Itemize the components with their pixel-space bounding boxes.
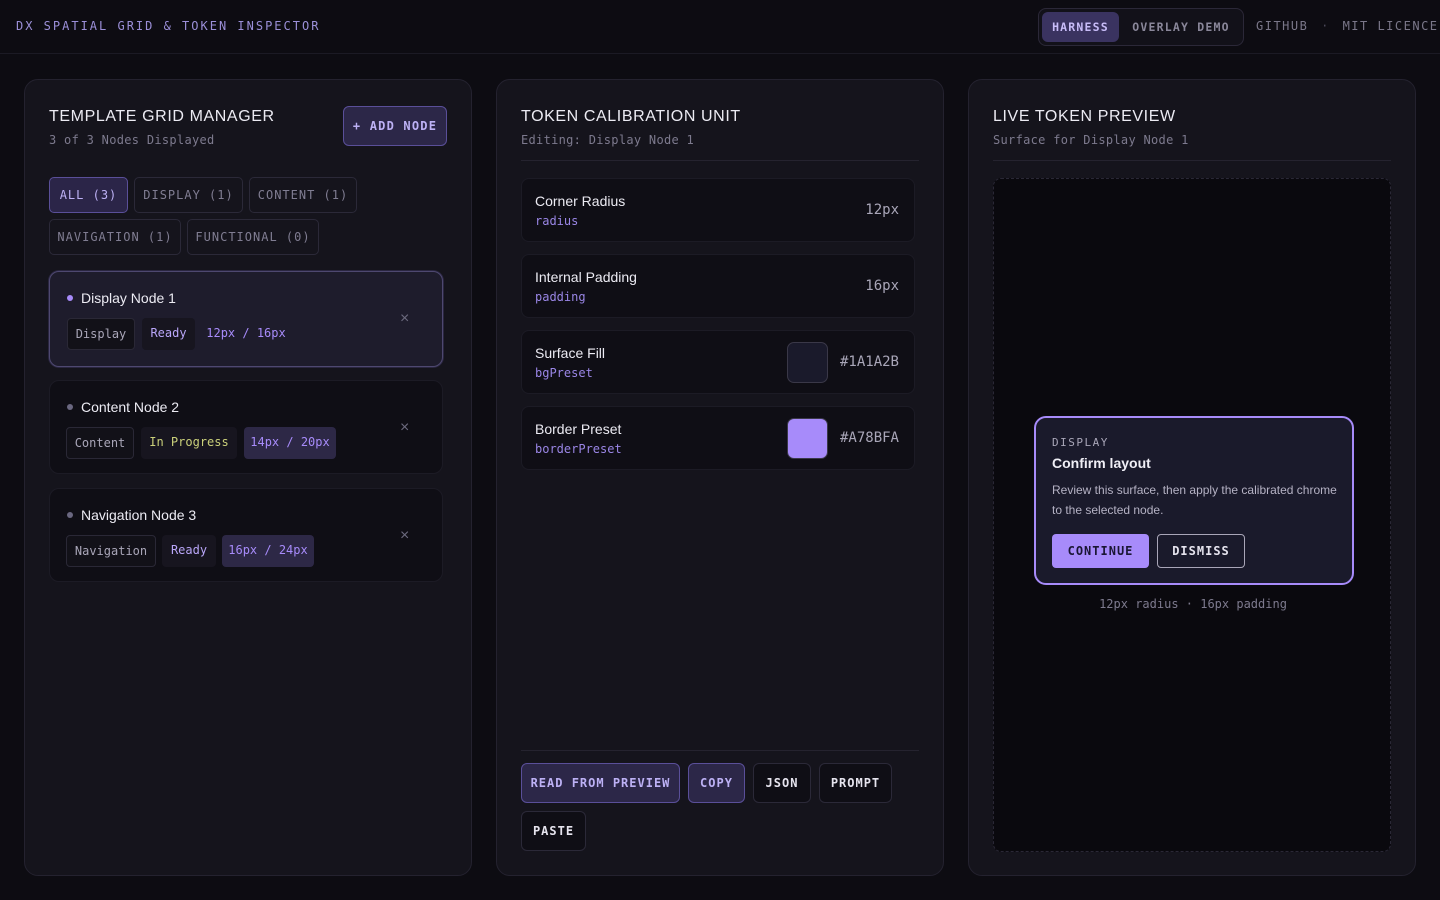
token-label: Border Preset <box>535 421 622 437</box>
node-title: Navigation Node 3 <box>81 507 197 523</box>
token-value[interactable]: #1A1A2B <box>840 354 899 370</box>
token-key: padding <box>535 290 586 304</box>
node-status-dot <box>67 295 73 301</box>
top-bar: DX SPATIAL GRID & TOKEN INSPECTOR HARNES… <box>0 0 1440 54</box>
node-status-chip: In Progress <box>141 427 237 459</box>
node-status-chip: Ready <box>162 535 216 567</box>
color-swatch[interactable] <box>787 342 828 383</box>
divider <box>521 750 919 751</box>
node-card-navigation-3[interactable]: Navigation Node 3 Navigation Ready 16px … <box>49 488 443 582</box>
copy-button[interactable]: COPY <box>688 763 745 803</box>
card-body: Review this surface, then apply the cali… <box>1052 483 1337 517</box>
remove-node-icon[interactable]: × <box>400 310 409 328</box>
node-type-chip: Content <box>66 427 134 459</box>
token-row-radius[interactable]: Corner Radius radius 12px <box>521 178 915 242</box>
panel-subtitle: Surface for Display Node 1 <box>993 133 1189 147</box>
node-status-dot <box>67 512 73 518</box>
divider <box>993 160 1391 161</box>
node-type-chip: Navigation <box>66 535 156 567</box>
filter-display[interactable]: DISPLAY (1) <box>134 177 243 213</box>
tab-harness[interactable]: HARNESS <box>1042 12 1119 42</box>
divider <box>521 160 919 161</box>
color-swatch[interactable] <box>787 418 828 459</box>
panel-title: TOKEN CALIBRATION UNIT <box>521 108 741 125</box>
preview-card: DISPLAY Confirm layout Review this surfa… <box>1034 416 1354 585</box>
node-size-chip: 12px / 16px <box>206 326 286 340</box>
token-value[interactable]: 16px <box>865 278 899 294</box>
continue-button[interactable]: CONTINUE <box>1052 534 1149 568</box>
filter-navigation[interactable]: NAVIGATION (1) <box>49 219 181 255</box>
preview-stage: DISPLAY Confirm layout Review this surfa… <box>993 178 1391 852</box>
node-size-chip: 16px / 24px <box>222 535 314 567</box>
tab-overlay-demo[interactable]: OVERLAY DEMO <box>1123 12 1239 42</box>
app-title: DX SPATIAL GRID & TOKEN INSPECTOR <box>16 19 321 33</box>
live-token-preview-panel: LIVE TOKEN PREVIEW Surface for Display N… <box>968 79 1416 876</box>
node-title: Display Node 1 <box>81 290 176 306</box>
token-label: Internal Padding <box>535 269 637 285</box>
licence-link[interactable]: MIT LICENCE <box>1343 19 1439 33</box>
token-row-padding[interactable]: Internal Padding padding 16px <box>521 254 915 318</box>
token-value[interactable]: 12px <box>865 202 899 218</box>
preview-caption: 12px radius · 16px padding <box>1099 597 1287 611</box>
node-status-chip: Ready <box>142 318 195 350</box>
panel-title: LIVE TOKEN PREVIEW <box>993 108 1176 125</box>
node-status-dot <box>67 404 73 410</box>
template-grid-manager-panel: TEMPLATE GRID MANAGER 3 of 3 Nodes Displ… <box>24 79 472 876</box>
node-title: Content Node 2 <box>81 399 180 415</box>
link-separator: · <box>1321 19 1330 33</box>
node-type-chip: Display <box>67 318 135 350</box>
token-row-surface-fill[interactable]: Surface Fill bgPreset #1A1A2B <box>521 330 915 394</box>
top-links: GITHUB · MIT LICENCE <box>1256 19 1439 33</box>
panel-subtitle: 3 of 3 Nodes Displayed <box>49 133 215 147</box>
remove-node-icon[interactable]: × <box>400 419 409 437</box>
remove-node-icon[interactable]: × <box>400 527 409 545</box>
token-row-border-preset[interactable]: Border Preset borderPreset #A78BFA <box>521 406 915 470</box>
filter-content[interactable]: CONTENT (1) <box>249 177 357 213</box>
token-key: bgPreset <box>535 366 593 380</box>
read-from-preview-button[interactable]: READ FROM PREVIEW <box>521 763 680 803</box>
node-card-content-2[interactable]: Content Node 2 Content In Progress 14px … <box>49 380 443 474</box>
add-node-button[interactable]: + ADD NODE <box>343 106 447 146</box>
paste-button[interactable]: PASTE <box>521 811 586 851</box>
token-key: borderPreset <box>535 442 622 456</box>
prompt-button[interactable]: PROMPT <box>819 763 892 803</box>
node-card-display-1[interactable]: Display Node 1 Display Ready 12px / 16px… <box>49 271 443 367</box>
panel-title: TEMPLATE GRID MANAGER <box>49 108 275 125</box>
token-key: radius <box>535 214 579 228</box>
node-size-chip: 14px / 20px <box>244 427 336 459</box>
token-calibration-panel: TOKEN CALIBRATION UNIT Editing: Display … <box>496 79 944 876</box>
token-value[interactable]: #A78BFA <box>840 430 899 446</box>
mode-tabs: HARNESS OVERLAY DEMO <box>1038 8 1244 46</box>
dismiss-button[interactable]: DISMISS <box>1157 534 1245 568</box>
card-title: Confirm layout <box>1052 455 1151 471</box>
filter-functional[interactable]: FUNCTIONAL (0) <box>187 219 319 255</box>
card-eyebrow: DISPLAY <box>1052 436 1109 449</box>
github-link[interactable]: GITHUB <box>1256 19 1308 33</box>
token-label: Surface Fill <box>535 345 606 361</box>
json-button[interactable]: JSON <box>753 763 811 803</box>
token-label: Corner Radius <box>535 193 626 209</box>
panel-subtitle: Editing: Display Node 1 <box>521 133 695 147</box>
filter-all[interactable]: ALL (3) <box>49 177 128 213</box>
